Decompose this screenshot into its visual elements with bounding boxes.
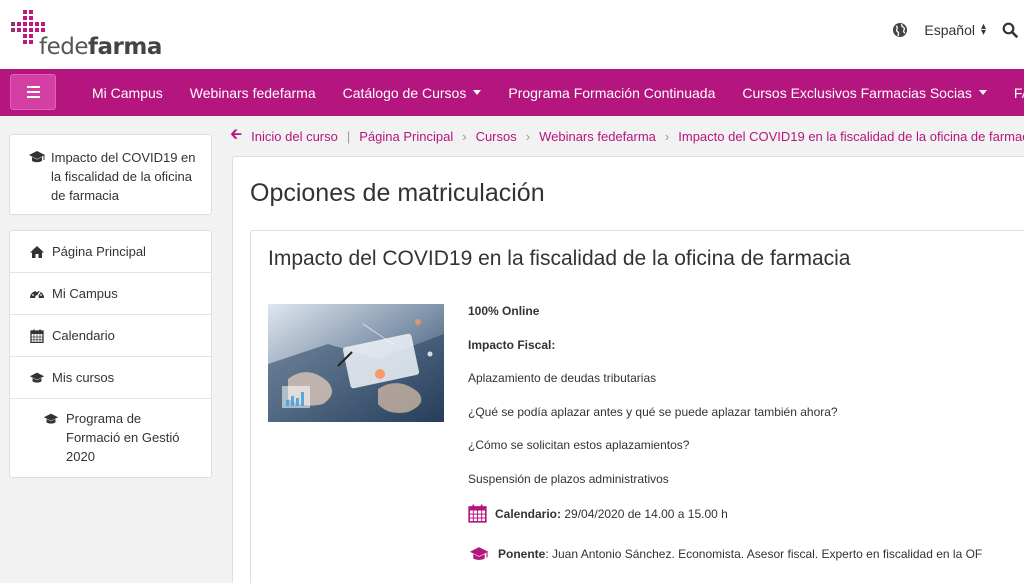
main-navbar: Mi Campus Webinars fedefarma Catálogo de… [0, 69, 1024, 116]
breadcrumb: 🡰 Inicio del curso | Página Principal › … [230, 126, 1024, 144]
course-image [268, 304, 444, 422]
nav-item-cursos-exclusivos[interactable]: Cursos Exclusivos Farmacias Socias [742, 85, 987, 101]
nav-menu: Mi Campus Webinars fedefarma Catálogo de… [92, 69, 1024, 116]
home-icon [30, 245, 44, 258]
summary-calendar: Calendario: 29/04/2020 de 14.00 a 15.00 … [468, 504, 728, 523]
sidebar-item-pagina-principal[interactable]: Página Principal [10, 231, 211, 273]
summary-modality: 100% Online [468, 304, 540, 318]
calendar-icon [30, 329, 44, 343]
nav-item-programa-formacion[interactable]: Programa Formación Continuada [508, 85, 715, 101]
sidebar-item-label: Mi Campus [52, 286, 118, 301]
sidebar-item-label: Página Principal [52, 244, 146, 259]
speaker-value: : Juan Antonio Sánchez. Economista. Ases… [545, 547, 983, 561]
language-label: Español [924, 22, 975, 38]
breadcrumb-item[interactable]: Impacto del COVID19 en la fiscalidad de … [678, 129, 1024, 144]
sidebar-item-label: Mis cursos [52, 370, 115, 385]
nav-item-webinars[interactable]: Webinars fedefarma [190, 85, 316, 101]
summary-heading: Impacto Fiscal: [468, 338, 556, 352]
top-header: fedefarma Español ▴ ▾ [0, 0, 1024, 69]
logo-wordmark: fedefarma [39, 34, 162, 60]
nav-item-mi-campus[interactable]: Mi Campus [92, 85, 163, 101]
breadcrumb-separator: › [525, 128, 531, 144]
breadcrumb-separator: › [664, 128, 670, 144]
menu-toggle-button[interactable] [10, 74, 56, 110]
sidebar-item-programa-gestio[interactable]: Programa de Formació en Gestió 2020 [10, 399, 211, 466]
caret-down-icon [978, 90, 987, 95]
course-link[interactable]: Impacto del COVID19 en la fiscalidad de … [28, 148, 201, 205]
speaker-label: Ponente [498, 547, 546, 561]
sidebar-item-label: Programa de Formació en Gestió 2020 [66, 411, 180, 464]
navigation-block: Página Principal Mi Campus Calendario Mi… [9, 230, 212, 478]
course-block-title: Impacto del COVID19 en la fiscalidad de … [51, 150, 196, 203]
header-tools: Español ▴ ▾ [892, 22, 1018, 38]
breadcrumb-item[interactable]: Página Principal [359, 129, 453, 144]
breadcrumb-item[interactable]: Webinars fedefarma [539, 129, 656, 144]
graduation-cap-icon [43, 413, 59, 424]
hamburger-icon [26, 85, 40, 100]
breadcrumb-separator: › [462, 128, 467, 144]
summary-speaker: Ponente: Juan Antonio Sánchez. Economist… [468, 546, 982, 562]
course-image-graphic [268, 304, 444, 422]
breadcrumb-item[interactable]: Cursos [476, 129, 517, 144]
globe-icon[interactable] [892, 22, 908, 38]
summary-line: ¿Cómo se solicitan estos aplazamientos? [468, 438, 690, 452]
sort-caret-icon: ▴ ▾ [980, 21, 986, 38]
sidebar-item-calendario[interactable]: Calendario [10, 315, 211, 357]
sidebar-item-mis-cursos[interactable]: Mis cursos [10, 357, 211, 399]
sidebar-item-label: Calendario [52, 328, 115, 343]
breadcrumb-separator: | [346, 128, 351, 144]
calendar-value: 29/04/2020 de 14.00 a 15.00 h [561, 506, 728, 521]
course-block: Impacto del COVID19 en la fiscalidad de … [9, 134, 212, 215]
sidebar-item-mi-campus[interactable]: Mi Campus [10, 273, 211, 315]
calendar-icon [468, 504, 487, 523]
breadcrumb-item[interactable]: Inicio del curso [251, 129, 338, 144]
dashboard-icon [30, 290, 44, 299]
course-box: Impacto del COVID19 en la fiscalidad de … [250, 230, 1024, 583]
arrow-left-icon[interactable]: 🡰 [230, 124, 242, 149]
calendar-label: Calendario: [495, 506, 562, 521]
nav-item-catalogo[interactable]: Catálogo de Cursos [343, 85, 482, 101]
nav-item-faq[interactable]: FAQ [1014, 85, 1024, 101]
graduation-cap-icon [29, 372, 45, 383]
caret-down-icon [473, 90, 482, 95]
summary-line: Aplazamiento de deudas tributarias [468, 371, 657, 385]
language-select[interactable]: Español ▴ ▾ [924, 21, 986, 39]
summary-line: ¿Qué se podía aplazar antes y qué se pue… [468, 405, 838, 419]
graduation-cap-icon [469, 547, 489, 560]
search-icon[interactable] [1002, 22, 1018, 38]
graduation-cap-icon [29, 151, 45, 163]
course-title: Impacto del COVID19 en la fiscalidad de … [268, 247, 851, 270]
page-title: Opciones de matriculación [250, 179, 545, 207]
main-content: Opciones de matriculación Impacto del CO… [232, 156, 1024, 583]
summary-line: Suspensión de plazos administrativos [468, 472, 669, 486]
